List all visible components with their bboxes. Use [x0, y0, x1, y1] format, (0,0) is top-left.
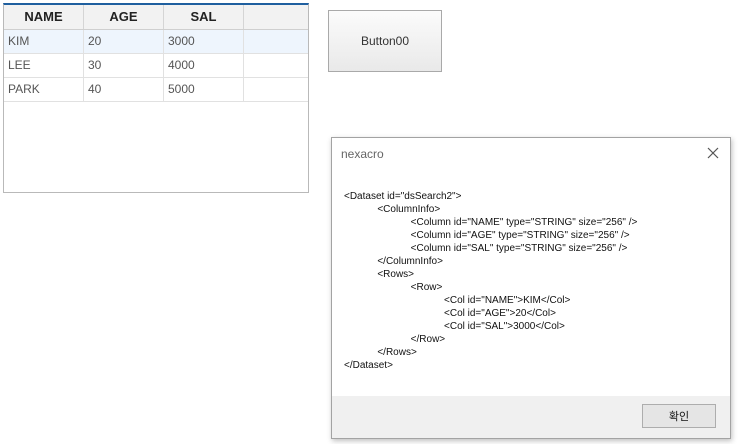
grid-cell-age[interactable]: 30: [84, 54, 164, 77]
grid-cell-name[interactable]: PARK: [4, 78, 84, 101]
app-window: NAME AGE SAL KIM 20 3000 LEE 30 4000 PAR…: [0, 0, 739, 444]
grid-cell-sal[interactable]: 3000: [164, 30, 244, 53]
grid-cell-name[interactable]: LEE: [4, 54, 84, 77]
grid-cell-name[interactable]: KIM: [4, 30, 84, 53]
data-grid[interactable]: NAME AGE SAL KIM 20 3000 LEE 30 4000 PAR…: [3, 3, 309, 193]
dialog-message: <Dataset id="dsSearch2"> <ColumnInfo> <C…: [344, 191, 638, 371]
grid-cell-age[interactable]: 20: [84, 30, 164, 53]
dialog-footer: 확인: [332, 396, 730, 438]
grid-header-age[interactable]: AGE: [84, 5, 164, 29]
grid-cell-sal[interactable]: 4000: [164, 54, 244, 77]
close-icon[interactable]: [704, 144, 722, 162]
ok-button[interactable]: 확인: [642, 404, 716, 428]
grid-cell-age[interactable]: 40: [84, 78, 164, 101]
grid-row[interactable]: LEE 30 4000: [4, 54, 308, 78]
grid-header: NAME AGE SAL: [4, 5, 308, 30]
dialog-title: nexacro: [341, 147, 384, 161]
grid-header-name[interactable]: NAME: [4, 5, 84, 29]
grid-cell-sal[interactable]: 5000: [164, 78, 244, 101]
alert-dialog: nexacro <Dataset id="dsSearch2"> <Column…: [331, 137, 731, 439]
grid-header-sal[interactable]: SAL: [164, 5, 244, 29]
button00[interactable]: Button00: [328, 10, 442, 72]
grid-row[interactable]: KIM 20 3000: [4, 30, 308, 54]
grid-row[interactable]: PARK 40 5000: [4, 78, 308, 102]
